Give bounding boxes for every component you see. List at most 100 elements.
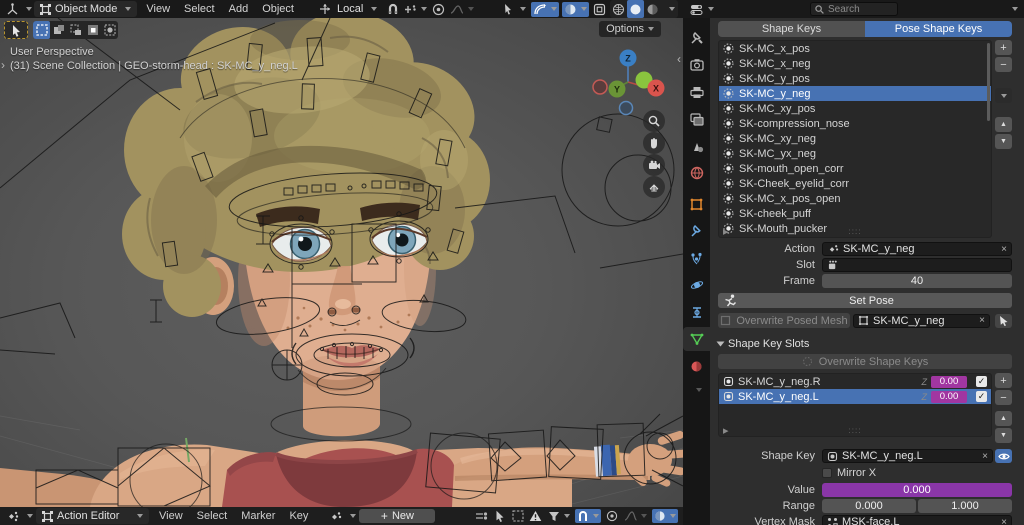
dope-sheet-mode-dropdown[interactable]: Action Editor bbox=[36, 508, 149, 524]
easing-curve-dropdown[interactable] bbox=[622, 510, 649, 522]
visibility-eye-icon[interactable] bbox=[995, 449, 1012, 463]
viewport-canvas[interactable]: User Perspective (31) Scene Collection |… bbox=[0, 18, 683, 507]
tab-shape-keys[interactable]: Shape Keys bbox=[718, 21, 865, 37]
tab-physics-icon[interactable] bbox=[683, 273, 710, 297]
proportional-editing-icon[interactable] bbox=[431, 2, 446, 16]
shading-wireframe-icon[interactable] bbox=[610, 0, 627, 18]
tab-pose-shape-keys[interactable]: Pose Shape Keys bbox=[865, 21, 1012, 37]
editor-type-properties-icon[interactable] bbox=[689, 2, 704, 16]
shape-key-row[interactable]: SK-mouth_open_corr bbox=[719, 161, 991, 176]
eyedropper-pick-icon[interactable] bbox=[995, 314, 1012, 328]
slots-resize-grip[interactable]: :::: bbox=[849, 426, 862, 435]
show-overlays-dropdown[interactable] bbox=[531, 2, 559, 17]
editor-type-3d-viewport-icon[interactable] bbox=[5, 2, 20, 16]
snap-magnet-icon[interactable] bbox=[385, 2, 400, 16]
shape-key-row[interactable]: SK-MC_yx_neg bbox=[719, 146, 991, 161]
camera-view-icon[interactable] bbox=[643, 154, 665, 176]
shading-solid-icon[interactable] bbox=[627, 0, 644, 18]
slot-enabled-checkbox[interactable]: ✓ bbox=[976, 376, 987, 387]
viewport-menu-item[interactable]: Select bbox=[177, 1, 222, 17]
dope-menu-item[interactable]: Marker bbox=[234, 508, 282, 524]
snap-target-dropdown[interactable] bbox=[402, 3, 429, 16]
proportional-edit-icon[interactable] bbox=[604, 509, 619, 523]
tab-strip-overflow-chevron[interactable] bbox=[683, 378, 710, 402]
mirror-x-checkbox[interactable] bbox=[822, 468, 832, 478]
mode-dropdown[interactable]: Object Mode bbox=[34, 1, 137, 17]
shape-key-specials-menu[interactable] bbox=[995, 88, 1012, 103]
box-select-icon[interactable] bbox=[510, 509, 525, 523]
zoom-tool-icon[interactable] bbox=[643, 110, 665, 132]
overwrite-shape-keys-button[interactable]: Overwrite Shape Keys bbox=[718, 354, 1012, 369]
list-filter-expand-icon[interactable]: ▸ bbox=[723, 225, 729, 238]
new-action-button[interactable]: +New bbox=[359, 509, 435, 523]
tab-tool-icon[interactable] bbox=[683, 26, 710, 50]
toolbar-expand-arrow[interactable]: › bbox=[1, 58, 5, 72]
viewport-menu-item[interactable]: View bbox=[139, 1, 177, 17]
unlink-action-icon[interactable]: × bbox=[1001, 244, 1007, 255]
remove-shape-key-button[interactable]: − bbox=[995, 57, 1012, 72]
auto-snap-dropdown[interactable] bbox=[652, 509, 678, 523]
tab-modifiers-icon[interactable] bbox=[683, 219, 710, 243]
only-errors-warning-icon[interactable] bbox=[528, 509, 543, 523]
tab-scene-icon[interactable] bbox=[683, 134, 710, 158]
shading-material-icon[interactable] bbox=[644, 0, 661, 18]
shape-key-row[interactable]: SK-Cheek_eyelid_corr bbox=[719, 176, 991, 191]
tab-world-icon[interactable] bbox=[683, 161, 710, 185]
shape-key-row[interactable]: SK-MC_y_neg bbox=[719, 86, 991, 101]
slot-enabled-checkbox[interactable]: ✓ bbox=[976, 391, 987, 402]
list-scrollbar[interactable] bbox=[987, 43, 990, 121]
toggle-xray-icon[interactable] bbox=[592, 2, 607, 16]
tab-constraints-icon[interactable] bbox=[683, 300, 710, 324]
dope-menu-item[interactable]: View bbox=[152, 508, 190, 524]
tab-view-layer-icon[interactable] bbox=[683, 107, 710, 131]
show-gizmo-dropdown[interactable] bbox=[501, 2, 528, 16]
select-mode-invert-icon[interactable] bbox=[84, 21, 101, 39]
slots-filter-expand-icon[interactable]: ▸ bbox=[723, 424, 729, 437]
range-min-field[interactable]: 0.000 bbox=[822, 499, 916, 513]
editor-type-dope-sheet-icon[interactable] bbox=[5, 509, 20, 523]
tab-output-icon[interactable] bbox=[683, 80, 710, 104]
navigation-gizmo[interactable]: Z Y X bbox=[591, 46, 665, 116]
shape-key-field[interactable]: SK-MC_y_neg.L × bbox=[822, 449, 993, 463]
channel-toggles-icon[interactable] bbox=[474, 509, 489, 523]
cursor-select-icon[interactable] bbox=[492, 509, 507, 523]
transform-orientation-dropdown[interactable]: Local bbox=[312, 0, 383, 18]
move-slot-down-button[interactable]: ▼ bbox=[995, 428, 1012, 443]
xray-overlays-icon-dropdown[interactable] bbox=[562, 2, 589, 17]
move-shape-key-down-button[interactable]: ▼ bbox=[995, 134, 1012, 149]
proportional-falloff-dropdown[interactable] bbox=[448, 3, 476, 16]
slot-row[interactable]: SK-MC_y_neg.L Z 0.00 ✓ bbox=[719, 389, 991, 404]
shape-key-row[interactable]: SK-cheek_puff bbox=[719, 206, 991, 221]
snapping-dropdown[interactable] bbox=[575, 509, 601, 523]
shape-key-row[interactable]: SK-MC_x_pos_open bbox=[719, 191, 991, 206]
unlink-posed-mesh-icon[interactable]: × bbox=[979, 315, 985, 326]
shape-key-row[interactable]: SK-compression_nose bbox=[719, 116, 991, 131]
select-mode-extend-icon[interactable] bbox=[50, 21, 67, 39]
action-field[interactable]: SK-MC_y_neg × bbox=[822, 242, 1012, 256]
shape-key-row[interactable]: SK-MC_xy_pos bbox=[719, 101, 991, 116]
dope-menu-item[interactable]: Select bbox=[190, 508, 235, 524]
properties-search-box[interactable] bbox=[810, 2, 898, 16]
tab-render-icon[interactable] bbox=[683, 53, 710, 77]
tab-particles-icon[interactable] bbox=[683, 246, 710, 270]
add-shape-key-button[interactable]: + bbox=[995, 40, 1012, 55]
properties-filter-dropdown[interactable] bbox=[1008, 7, 1018, 11]
search-input[interactable] bbox=[828, 4, 888, 15]
tab-object-data-icon[interactable] bbox=[683, 327, 710, 351]
add-slot-button[interactable]: + bbox=[995, 373, 1012, 388]
viewport-menu-item[interactable]: Object bbox=[255, 1, 301, 17]
move-slot-up-button[interactable]: ▲ bbox=[995, 411, 1012, 426]
filter-icon-dropdown[interactable] bbox=[546, 510, 572, 523]
active-tool-tweak-icon[interactable] bbox=[4, 21, 28, 39]
remove-slot-button[interactable]: − bbox=[995, 390, 1012, 405]
slot-value-field[interactable]: 0.00 bbox=[931, 376, 967, 388]
list-resize-grip[interactable]: :::: bbox=[849, 227, 862, 236]
vertex-mask-field[interactable]: MSK-face.L × bbox=[822, 515, 1012, 525]
slot-row[interactable]: SK-MC_y_neg.R Z 0.00 ✓ bbox=[719, 374, 991, 389]
value-slider[interactable]: 0.000 bbox=[822, 483, 1012, 497]
tab-material-icon[interactable] bbox=[683, 354, 710, 378]
tab-object-icon[interactable] bbox=[683, 192, 710, 216]
sidebar-collapse-arrow[interactable]: ‹ bbox=[677, 52, 681, 66]
browse-action-icon[interactable] bbox=[328, 509, 343, 523]
slot-value-field[interactable]: 0.00 bbox=[931, 391, 967, 403]
